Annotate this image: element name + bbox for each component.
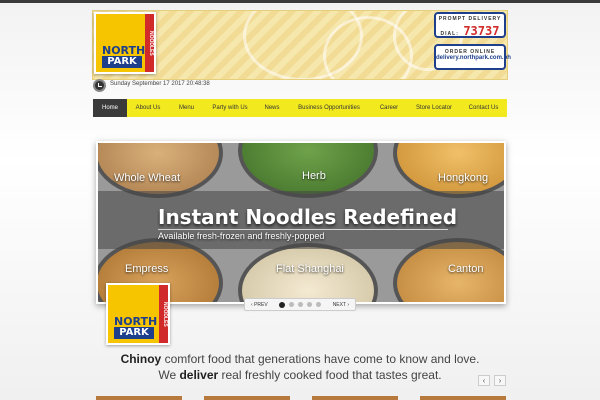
slider-next-button[interactable]: NEXT › <box>327 302 355 308</box>
tagline-text-1: comfort food that generations have come … <box>161 352 480 366</box>
nav-item-store-locator[interactable]: Store Locator <box>408 99 460 117</box>
nav-label: Store Locator <box>415 105 453 111</box>
next-label: NEXT <box>332 301 346 308</box>
thumbnail-strip <box>96 396 506 400</box>
dial-label: DIAL: <box>440 31 459 37</box>
noodle-label-hongkong: Hongkong <box>438 172 489 184</box>
tagline-bold-1: Chinoy <box>120 352 162 366</box>
thumbnail[interactable] <box>312 396 398 400</box>
nav-label: Home <box>101 105 118 111</box>
slider-dot-1[interactable] <box>279 301 286 308</box>
noodle-label-herb: Herb <box>302 170 326 182</box>
top-bar <box>0 0 600 3</box>
noodle-label-canton: Canton <box>448 263 484 275</box>
tagline-line-2: We deliver real freshly cooked food that… <box>0 368 600 382</box>
nav-label: Contact Us <box>468 105 499 111</box>
slider-dots <box>274 301 327 308</box>
slider-subtitle: Available fresh-frozen and freshly-poppe… <box>158 231 325 241</box>
slider-prev-button[interactable]: ‹ PREV <box>245 302 274 308</box>
current-datetime: Sunday September 17 2017 20:48:38 <box>110 81 210 87</box>
slider-dot-4[interactable] <box>307 301 313 307</box>
footer-logo[interactable]: NORTH PARK NOODLES <box>106 283 170 345</box>
nav-item-career[interactable]: Career <box>370 99 408 117</box>
logo-side-text: NOODLES <box>159 285 168 343</box>
slider-title: Instant Noodles Redefined <box>158 205 458 229</box>
nav-item-news[interactable]: News <box>256 99 288 117</box>
slider-pager: ‹ PREV NEXT › <box>244 298 356 311</box>
order-online-badge[interactable]: ORDER ONLINE delivery.northpark.com.ph <box>434 44 511 70</box>
nav-label: Career <box>379 105 399 111</box>
slider-dot-2[interactable] <box>289 301 295 307</box>
noodle-label-empress: Empress <box>125 263 169 275</box>
nav-label: Business Opportunities <box>298 105 360 111</box>
logo-park: PARK <box>102 56 142 68</box>
delivery-number: 73737 <box>463 24 500 38</box>
logo-side-text: NOODLES <box>145 14 154 72</box>
thumbnail[interactable] <box>420 396 506 400</box>
nav-item-home[interactable]: Home <box>93 99 127 117</box>
noodle-label-flat-shanghai: Flat Shanghai <box>276 263 344 275</box>
prev-label: PREV <box>254 301 268 308</box>
slider-dot-3[interactable] <box>298 301 304 307</box>
tagline-bold-2: deliver <box>179 368 219 382</box>
nav-label: About Us <box>135 105 161 111</box>
chevron-left-icon[interactable]: ‹ <box>478 375 490 386</box>
thumbnail[interactable] <box>96 396 182 400</box>
nav-item-menu[interactable]: Menu <box>169 99 204 117</box>
header-logo[interactable]: NORTH PARK NOODLES <box>94 12 156 74</box>
nav-item-business-opportunities[interactable]: Business Opportunities <box>288 99 370 117</box>
nav-label: Party with Us <box>212 105 248 111</box>
noodle-bowl <box>98 143 223 198</box>
delivery-badge[interactable]: PROMPT DELIVERY DIAL: 73737 <box>434 12 506 38</box>
carousel-arrows: ‹ › <box>478 375 506 386</box>
nav-item-contact-us[interactable]: Contact Us <box>460 99 507 117</box>
nav-item-party-with-us[interactable]: Party with Us <box>204 99 256 117</box>
slider-dot-5[interactable] <box>316 301 322 307</box>
tagline-line-1: Chinoy comfort food that generations hav… <box>0 352 600 366</box>
thumbnail[interactable] <box>204 396 290 400</box>
slider-divider <box>158 229 448 230</box>
clock-icon <box>93 79 106 92</box>
noodle-bowl <box>393 143 504 198</box>
nav-label: News <box>264 105 280 111</box>
nav-item-about-us[interactable]: About Us <box>127 99 169 117</box>
main-nav: Home About Us Menu Party with Us News Bu… <box>93 99 507 117</box>
chevron-right-icon[interactable]: › <box>494 375 506 386</box>
logo-park: PARK <box>114 327 154 339</box>
order-online-url: delivery.northpark.com.ph <box>436 55 511 61</box>
nav-label: Menu <box>178 105 194 111</box>
noodle-label-whole-wheat: Whole Wheat <box>114 172 181 184</box>
hero-slider[interactable]: Whole Wheat Herb Hongkong Empress Flat S… <box>96 141 506 304</box>
tagline-text-2a: We <box>158 368 180 382</box>
tagline-text-2b: real freshly cooked food that tastes gre… <box>218 368 442 382</box>
